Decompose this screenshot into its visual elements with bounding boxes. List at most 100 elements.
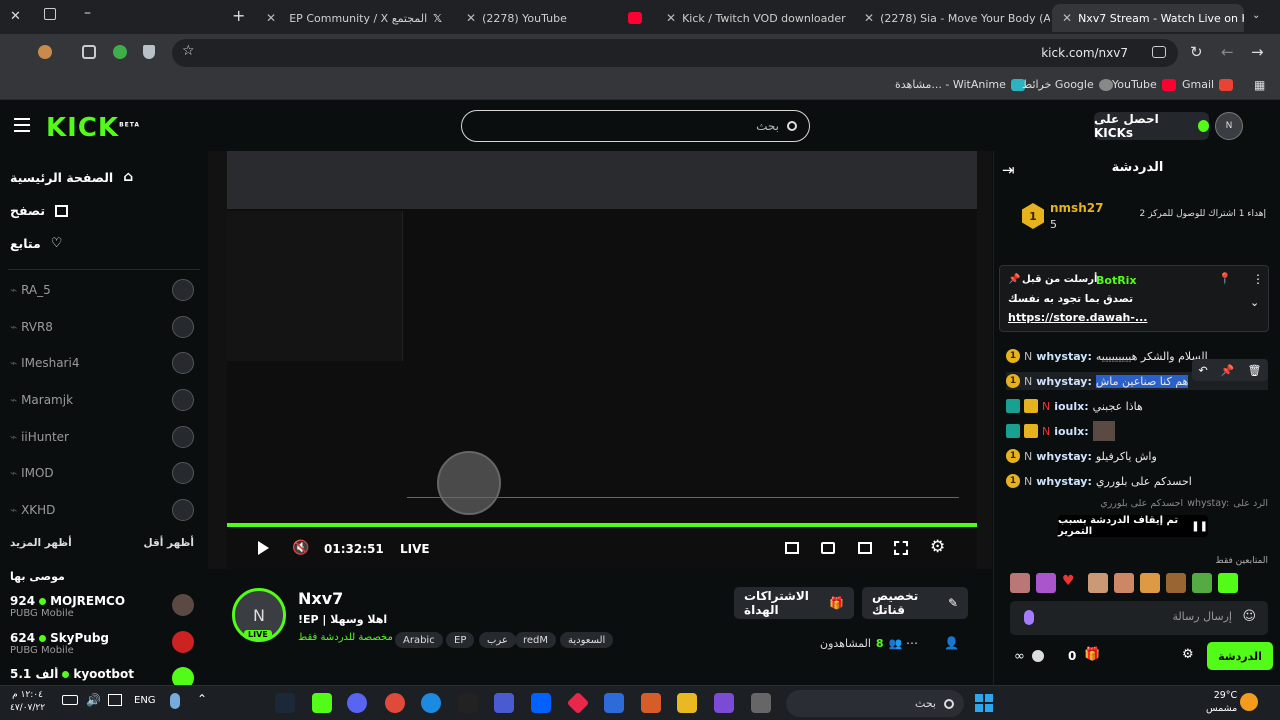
show-more-button[interactable]: أظهر المزيد xyxy=(10,537,72,549)
forward-icon[interactable]: ← xyxy=(1221,43,1234,61)
input-language[interactable]: ENG xyxy=(134,695,156,706)
delete-icon[interactable]: 🗑 xyxy=(1248,364,1262,377)
nav-browse[interactable]: تصفح xyxy=(10,203,200,218)
menu-hamburger-icon[interactable] xyxy=(14,118,30,132)
tag-arabic[interactable]: Arabic xyxy=(395,632,443,648)
window-minimize-icon[interactable]: – xyxy=(84,5,91,21)
reload-icon[interactable]: ↻ xyxy=(1190,43,1203,61)
app-icon[interactable] xyxy=(494,693,514,713)
emote-icon[interactable] xyxy=(1036,573,1056,593)
share-icon[interactable]: ⋯ xyxy=(906,636,918,650)
gift-icon[interactable]: 🎁 xyxy=(1084,647,1100,662)
infinity-icon[interactable]: ∞ xyxy=(1014,649,1025,664)
taskbar-search[interactable]: بحث xyxy=(786,690,964,717)
expand-chevron-icon[interactable]: ⌄ xyxy=(1250,296,1259,309)
tab-close-icon[interactable]: ✕ xyxy=(266,11,276,25)
bookmark-youtube[interactable]: YouTube xyxy=(1112,78,1176,91)
tab-vod-downloader[interactable]: ✕ Kick / Twitch VOD downloader xyxy=(656,4,852,32)
back-icon[interactable]: → xyxy=(1251,43,1264,61)
theater-mode-icon[interactable] xyxy=(858,542,872,554)
followed-channel-imod[interactable]: ⌁ IMOD xyxy=(10,461,194,485)
address-bar[interactable]: ☆ kick.com/nxv7 xyxy=(172,39,1178,67)
bookmark-google-maps[interactable]: خرائط Google xyxy=(1022,78,1113,91)
recommended-channel-mojremco[interactable]: 924 MOJREMCO PUBG Mobile xyxy=(10,594,194,624)
bookmark-gmail[interactable]: Gmail xyxy=(1182,78,1234,91)
more-options-icon[interactable]: ⋮ xyxy=(1252,272,1264,286)
nav-following[interactable]: ♡ متابع xyxy=(10,236,200,251)
volume-icon[interactable]: 🔊 xyxy=(86,693,101,707)
recommended-channel-kyootbot[interactable]: 5.1 ألف kyootbot xyxy=(10,667,194,685)
clip-icon[interactable] xyxy=(785,542,799,554)
tag-saudi[interactable]: السعودية xyxy=(560,632,614,648)
extension-icon[interactable] xyxy=(38,45,52,59)
followed-channel-maramjk[interactable]: ⌁ Maramjk xyxy=(10,388,194,412)
emoji-icon[interactable]: ☺ xyxy=(1242,609,1256,624)
pin-message-icon[interactable]: 📌 xyxy=(1221,364,1235,377)
microphone-icon[interactable] xyxy=(1024,610,1034,625)
chrome-icon[interactable] xyxy=(385,693,405,713)
stream-category[interactable]: مخصصة للدردشة فقط xyxy=(298,632,393,643)
tab-youtube[interactable]: ✕ (2278) YouTube xyxy=(456,4,652,32)
channel-name[interactable]: Nxv7 xyxy=(298,589,343,608)
shield-icon[interactable] xyxy=(143,45,155,59)
file-explorer-icon[interactable] xyxy=(677,693,697,713)
emote-icon[interactable] xyxy=(1010,573,1030,593)
chat-paused-notice[interactable]: تم إيقاف الدردشة بسبب التمرير ❚❚ xyxy=(1058,515,1208,537)
app-window-icon[interactable] xyxy=(751,693,771,713)
chat-message[interactable]: 1 Nwhystay: واش ياكرفيلو xyxy=(1006,447,1268,465)
video-player[interactable]: 🔇 01:32:51 LIVE ⚙ xyxy=(208,151,992,569)
emote-icon[interactable] xyxy=(1140,573,1160,593)
mail-icon[interactable] xyxy=(604,693,624,713)
heart-emote-icon[interactable]: ♥ xyxy=(1062,573,1082,593)
followed-channel-iihunter[interactable]: ⌁ iiHunter xyxy=(10,425,194,449)
extensions-puzzle-icon[interactable] xyxy=(82,45,96,59)
tag-redm[interactable]: redM xyxy=(515,632,557,648)
battery-icon[interactable] xyxy=(62,695,78,705)
discord-icon[interactable] xyxy=(347,693,367,713)
emote-icon[interactable] xyxy=(1218,573,1238,593)
tab-nxv7-stream[interactable]: ✕ Nxv7 Stream - Watch Live on Ki xyxy=(1052,4,1244,32)
tab-ep-community[interactable]: ✕ EP Community / X المجتمع 𝕏 xyxy=(256,4,452,32)
tag-arab[interactable]: عرب xyxy=(479,632,516,648)
gift-subs-button[interactable]: الاشتراكات الهداة 🎁 xyxy=(734,587,854,619)
get-kicks-button[interactable]: احصل على KICKs xyxy=(1094,112,1209,140)
bookmark-witanime[interactable]: مشاهدة... - WitAnime xyxy=(895,78,1025,91)
chat-message[interactable]: 1 Nwhystay: احسدكم على بلورري xyxy=(1006,472,1268,490)
search-input[interactable]: بحث xyxy=(461,110,810,142)
followed-channel-imeshari4[interactable]: ⌁ IMeshari4 xyxy=(10,351,194,375)
epic-games-icon[interactable] xyxy=(458,693,478,713)
kick-app-icon[interactable] xyxy=(312,693,332,713)
emote-icon[interactable] xyxy=(1166,573,1186,593)
unpin-icon[interactable]: 📍 xyxy=(1218,272,1232,285)
nav-home[interactable]: ⌂ الصفحة الرئيسية xyxy=(10,169,200,185)
play-icon[interactable] xyxy=(258,541,269,555)
user-avatar[interactable]: N xyxy=(1215,112,1243,140)
copilot-icon[interactable] xyxy=(714,693,734,713)
fullscreen-icon[interactable] xyxy=(894,541,908,555)
followed-channel-rvr8[interactable]: ⌁ RVR8 xyxy=(10,315,194,339)
recommended-channel-skypubg[interactable]: 624 SkyPubg PUBG Mobile xyxy=(10,631,194,661)
new-tab-icon[interactable]: + xyxy=(232,6,245,25)
weather-widget[interactable]: 29°C مشمس xyxy=(1206,689,1237,715)
follow-user-icon[interactable]: 👤 xyxy=(944,636,959,650)
bookmark-star-icon[interactable]: ☆ xyxy=(182,43,195,59)
window-close-icon[interactable]: ✕ xyxy=(10,9,21,24)
site-settings-icon[interactable] xyxy=(1152,46,1166,58)
reply-icon[interactable]: ↶ xyxy=(1199,364,1208,377)
emote-icon[interactable] xyxy=(1192,573,1212,593)
dropbox-icon[interactable] xyxy=(531,693,551,713)
network-icon[interactable] xyxy=(108,694,122,706)
tab-sia-move[interactable]: ✕ (2278) Sia - Move Your Body (A xyxy=(854,4,1050,32)
store-icon[interactable] xyxy=(641,693,661,713)
extension-badge-icon[interactable] xyxy=(113,45,127,59)
emote-icon[interactable] xyxy=(1114,573,1134,593)
mute-icon[interactable]: 🔇 xyxy=(292,540,309,556)
tab-close-icon[interactable]: ✕ xyxy=(666,11,676,25)
steam-icon[interactable] xyxy=(275,693,295,713)
picture-in-picture-icon[interactable] xyxy=(821,542,835,554)
chat-message[interactable]: Nioulx: xyxy=(1006,421,1268,441)
windows-start-icon[interactable] xyxy=(975,694,993,712)
chat-input[interactable]: إرسال رسالة ☺ xyxy=(1010,601,1268,635)
chat-message[interactable]: Nioulx: هاذا عجبني xyxy=(1006,397,1268,415)
tab-close-icon[interactable]: ✕ xyxy=(466,11,476,25)
